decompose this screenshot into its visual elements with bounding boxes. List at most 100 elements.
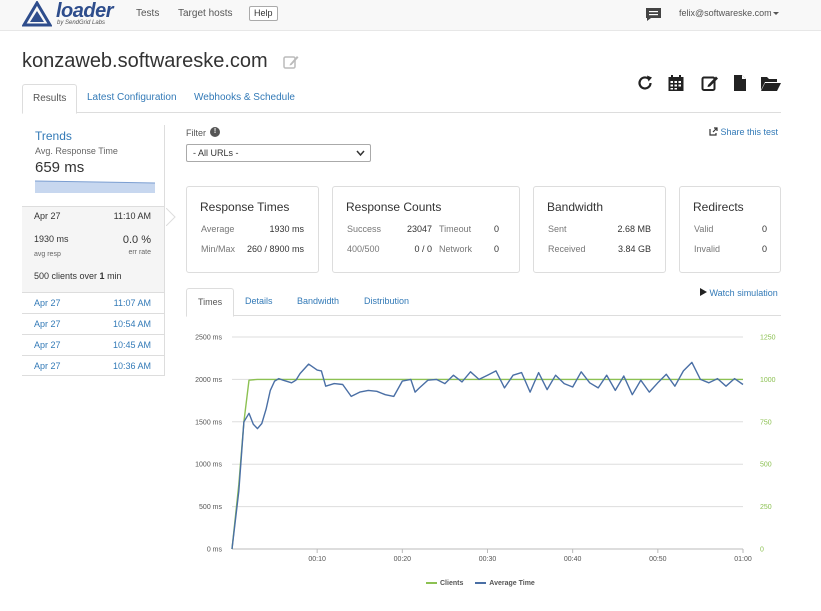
url-filter-value: - All URLs - — [193, 148, 239, 158]
edit-title-icon[interactable] — [283, 54, 299, 70]
chevron-down-icon — [356, 150, 365, 157]
redirects-panel: Redirects Valid 0 Invalid 0 — [679, 186, 781, 273]
received-label: Received — [548, 244, 586, 254]
network-value: 0 — [493, 244, 499, 254]
tab-latest-configuration[interactable]: Latest Configuration — [77, 84, 187, 113]
active-run-date: Apr 27 — [34, 211, 61, 221]
logo[interactable]: loader by SendGrid Labs — [22, 0, 117, 29]
loader-logo-icon — [22, 1, 52, 27]
minmax-label: Min/Max — [201, 244, 236, 254]
active-run-card[interactable]: Apr 27 11:10 AM 1930 ms 0.0 % avg resp e… — [22, 206, 165, 292]
minmax-value: 260 / 8900 ms — [246, 244, 304, 254]
panel-title: Redirects — [693, 200, 744, 214]
run-item[interactable]: Apr 27 10:36 AM — [22, 355, 165, 376]
y-left-tick-label: 2500 ms — [195, 335, 222, 342]
x-tick-label: 00:20 — [394, 556, 412, 563]
legend-item-average-time[interactable]: Average Time — [475, 580, 535, 587]
play-icon — [700, 288, 707, 296]
panel-title: Bandwidth — [547, 200, 604, 214]
user-menu[interactable]: felix@softwareske.com — [679, 8, 779, 18]
watch-simulation-label: Watch simulation — [709, 288, 778, 298]
success-value: 23047 — [406, 224, 432, 234]
y-right-tick-label: 500 — [760, 462, 772, 469]
page-title: konzaweb.softwareske.com — [22, 50, 268, 72]
response-times-panel: Response Times Average 1930 ms Min/Max 2… — [186, 186, 319, 273]
y-left-tick-label: 0 ms — [207, 547, 223, 554]
y-left-tick-label: 1000 ms — [195, 462, 222, 469]
x-tick-label: 01:00 — [734, 556, 752, 563]
active-run-clients: 500 clients over 1 min — [34, 271, 122, 281]
y-right-tick-label: 250 — [760, 504, 772, 511]
response-time-chart: 0 ms 0 500 ms 250 1000 ms 500 1500 ms 750 2000 m… — [195, 335, 776, 564]
panel-title: Response Times — [200, 200, 290, 214]
tab-distribution[interactable]: Distribution — [353, 288, 420, 316]
nav-target-hosts-link[interactable]: Target hosts — [178, 8, 232, 19]
average-time-series-line — [231, 361, 744, 550]
y-left-tick-label: 2000 ms — [195, 377, 222, 384]
user-email: felix@softwareske.com — [679, 8, 772, 18]
x-tick-label: 00:10 — [308, 556, 326, 563]
share-link[interactable]: Share this test — [709, 127, 778, 137]
active-run-err-rate: 0.0 % — [122, 234, 151, 246]
tab-bandwidth[interactable]: Bandwidth — [286, 288, 350, 316]
sent-label: Sent — [548, 224, 567, 234]
url-filter-select[interactable]: - All URLs - — [186, 144, 371, 162]
help-button[interactable]: Help — [249, 6, 278, 21]
invalid-label: Invalid — [694, 244, 721, 254]
tab-details[interactable]: Details — [234, 288, 284, 316]
info-icon[interactable]: ! — [210, 127, 220, 137]
sent-value: 2.68 MB — [617, 224, 651, 234]
legend-item-clients[interactable]: Clients — [426, 580, 463, 587]
active-run-time: 11:10 AM — [113, 211, 151, 221]
x-tick-label: 00:40 — [564, 556, 582, 563]
bandwidth-panel: Bandwidth Sent 2.68 MB Received 3.84 GB — [533, 186, 666, 273]
tab-results[interactable]: Results — [22, 84, 78, 114]
share-icon — [709, 127, 718, 136]
valid-label: Valid — [694, 224, 714, 234]
errors-400-500-value: 0 / 0 — [414, 244, 432, 254]
trends-panel: Trends Avg. Response Time 659 ms — [22, 125, 165, 206]
response-counts-panel: Response Counts Success 23047 400/500 0 … — [332, 186, 520, 273]
valid-value: 0 — [761, 224, 767, 234]
y-right-tick-label: 750 — [760, 419, 772, 426]
average-value: 1930 ms — [269, 224, 304, 234]
y-right-tick-label: 0 — [760, 547, 764, 554]
err-rate-label: err rate — [128, 249, 151, 256]
timeout-value: 0 — [493, 224, 499, 234]
trends-subtitle: Avg. Response Time — [35, 146, 118, 156]
active-run-pointer-icon — [166, 208, 176, 226]
nav-tests-link[interactable]: Tests — [136, 8, 159, 19]
active-run-avg-resp: 1930 ms — [34, 234, 69, 244]
y-left-tick-label: 500 ms — [199, 504, 222, 511]
panel-title: Response Counts — [346, 200, 442, 214]
average-label: Average — [201, 224, 235, 234]
run-item[interactable]: Apr 27 11:07 AM — [22, 292, 165, 313]
y-right-tick-label: 1000 — [760, 377, 776, 384]
filter-label: Filter — [186, 128, 206, 138]
chart-legend: Clients Average Time — [426, 580, 535, 587]
network-label: Network — [439, 244, 473, 254]
legend-swatch — [426, 582, 437, 585]
y-right-tick-label: 1250 — [760, 335, 776, 342]
avg-resp-label: avg resp — [34, 251, 61, 258]
success-label: Success — [347, 224, 382, 234]
tab-webhooks-schedule[interactable]: Webhooks & Schedule — [184, 84, 305, 113]
run-item[interactable]: Apr 27 10:54 AM — [22, 313, 165, 334]
x-tick-label: 00:50 — [649, 556, 667, 563]
chart-tabs: Times Details Bandwidth Distribution — [186, 288, 781, 317]
tab-times[interactable]: Times — [186, 288, 235, 317]
trends-value: 659 ms — [35, 159, 85, 176]
received-value: 3.84 GB — [617, 244, 651, 254]
watch-simulation-link[interactable]: Watch simulation — [700, 288, 778, 298]
timeout-label: Timeout — [439, 224, 472, 234]
caret-down-icon — [772, 12, 779, 16]
x-tick-label: 00:30 — [479, 556, 497, 563]
messages-icon[interactable] — [645, 7, 662, 22]
trend-sparkline — [35, 180, 155, 193]
share-label: Share this test — [720, 127, 779, 137]
main-tabs: Results Latest Configuration Webhooks & … — [22, 84, 781, 114]
run-item[interactable]: Apr 27 10:45 AM — [22, 334, 165, 355]
trends-title[interactable]: Trends — [35, 129, 72, 143]
legend-swatch — [475, 582, 487, 585]
logo-subtext: by SendGrid Labs — [57, 20, 106, 26]
